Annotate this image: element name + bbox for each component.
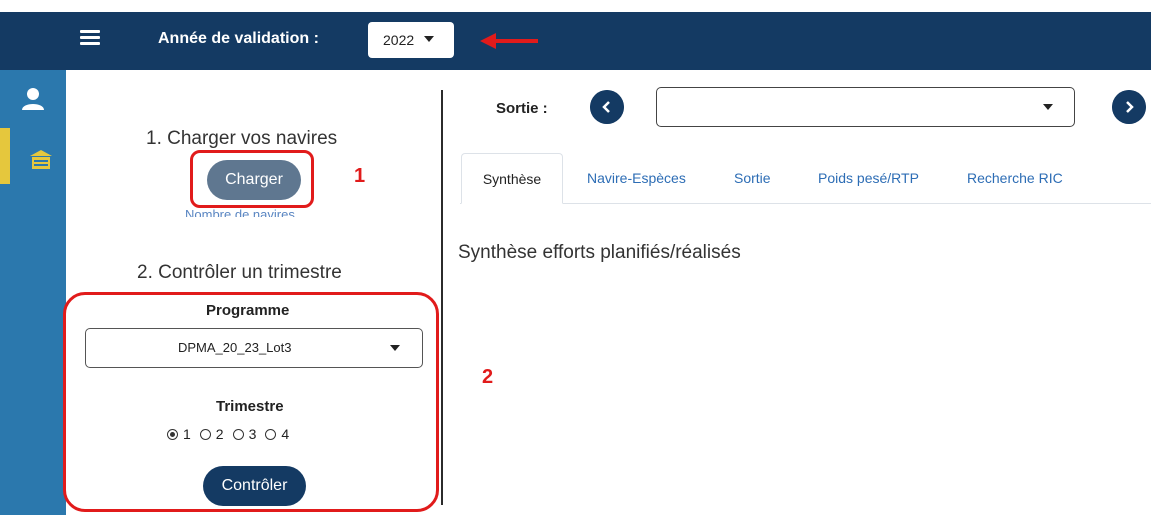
programme-label: Programme (206, 302, 290, 319)
caret-down-icon (1043, 104, 1053, 110)
rail-active-indicator (0, 128, 10, 184)
year-select[interactable]: 2022 (368, 22, 454, 58)
trimestre-radio-2[interactable]: 2 (199, 426, 224, 442)
tab-synthese[interactable]: Synthèse (461, 153, 563, 204)
step1-title: 1. Charger vos navires (146, 128, 338, 149)
annotation-label-1: 1 (354, 165, 366, 187)
sortie-select[interactable] (656, 87, 1075, 127)
step2-title: 2. Contrôler un trimestre (137, 262, 342, 283)
user-icon[interactable] (20, 86, 46, 112)
programme-value: DPMA_20_23_Lot3 (178, 340, 292, 355)
tabs-underline (460, 203, 1151, 204)
caret-down-icon (424, 36, 434, 42)
radio-unchecked-icon (199, 428, 211, 440)
radio-label: 3 (248, 426, 257, 442)
radio-label: 4 (281, 426, 290, 442)
radio-unchecked-icon (265, 428, 277, 440)
trimestre-label: Trimestre (216, 398, 284, 415)
trimestre-radio-group: 1 2 3 4 (167, 426, 298, 442)
tab-recherche-ric[interactable]: Recherche RIC (967, 153, 1063, 203)
ship-icon[interactable] (28, 148, 54, 172)
hamburger-menu-icon[interactable] (80, 30, 100, 50)
programme-select[interactable]: DPMA_20_23_Lot3 (85, 328, 423, 368)
section-title: Synthèse efforts planifiés/réalisés (458, 242, 741, 263)
chevron-left-icon[interactable] (590, 90, 624, 124)
radio-label: 2 (215, 426, 224, 442)
tab-navire-especes[interactable]: Navire-Espèces (587, 153, 686, 203)
annotation-box-1 (190, 150, 314, 208)
year-label: Année de validation : (158, 30, 319, 47)
annotation-label-2: 2 (482, 366, 494, 388)
sortie-label: Sortie : (496, 100, 548, 117)
chevron-right-icon[interactable] (1112, 90, 1146, 124)
trimestre-radio-4[interactable]: 4 (265, 426, 289, 442)
panel-divider (441, 90, 443, 505)
controler-button[interactable]: Contrôler (203, 466, 306, 506)
year-value: 2022 (383, 32, 415, 48)
trimestre-radio-1[interactable]: 1 (167, 426, 191, 442)
tab-sortie[interactable]: Sortie (734, 153, 771, 203)
trimestre-radio-3[interactable]: 3 (232, 426, 257, 442)
caret-down-icon (390, 345, 400, 351)
tab-poids-pese-rtp[interactable]: Poids pesé/RTP (818, 153, 919, 203)
radio-unchecked-icon (232, 428, 244, 440)
radio-checked-icon (167, 428, 178, 440)
radio-label: 1 (183, 426, 191, 442)
annotation-arrow-icon (480, 33, 538, 49)
